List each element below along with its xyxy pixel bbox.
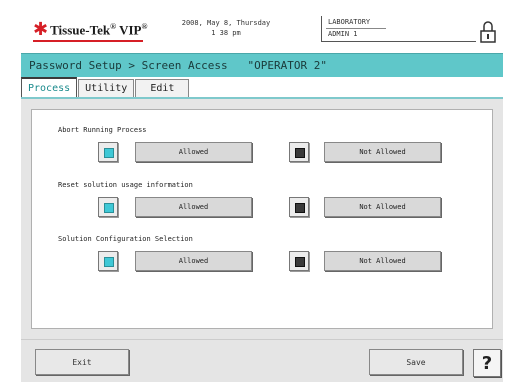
location-divider — [326, 28, 386, 29]
logo-underline — [33, 40, 143, 42]
tab-process[interactable]: Process — [21, 77, 78, 97]
tab-utility[interactable]: Utility — [78, 79, 135, 97]
footer-bar: Exit Save ? — [21, 339, 503, 382]
not-allowed-button-solution-configuration[interactable]: Not Allowed — [324, 251, 441, 271]
not-allowed-indicator-solution-configuration[interactable] — [289, 251, 309, 271]
help-button[interactable]: ? — [473, 349, 501, 377]
not-allowed-indicator-reset-solution-usage[interactable] — [289, 197, 309, 217]
location-label: LABORATORY — [328, 18, 371, 26]
brand-suffix: VIP — [119, 22, 142, 38]
sakura-flower-icon: ✱ — [33, 19, 49, 40]
brand-logo: ✱ Tissue-Tek® VIP® — [33, 19, 148, 40]
allowed-button-solution-configuration[interactable]: Allowed — [135, 251, 252, 271]
allowed-button-reset-solution-usage[interactable]: Allowed — [135, 197, 252, 217]
not-allowed-button-abort-running-process[interactable]: Not Allowed — [324, 142, 441, 162]
permission-label-abort-running-process: Abort Running Process — [58, 126, 147, 134]
tab-bar: Process Utility Edit — [21, 77, 503, 97]
brand-name: Tissue-Tek — [50, 22, 111, 38]
permissions-list: Abort Running Process Allowed Not Allowe… — [31, 109, 493, 329]
allowed-button-abort-running-process[interactable]: Allowed — [135, 142, 252, 162]
tab-edit[interactable]: Edit — [135, 79, 190, 97]
user-label: ADMIN 1 — [328, 30, 358, 38]
permission-label-solution-configuration: Solution Configuration Selection — [58, 235, 193, 243]
screen-title: Password Setup > Screen Access "OPERATOR… — [29, 59, 328, 72]
permission-label-reset-solution-usage: Reset solution usage information — [58, 181, 193, 189]
allowed-indicator-solution-configuration[interactable] — [98, 251, 118, 271]
exit-button[interactable]: Exit — [35, 349, 129, 375]
not-allowed-button-reset-solution-usage[interactable]: Not Allowed — [324, 197, 441, 217]
content-panel: Abort Running Process Allowed Not Allowe… — [21, 97, 503, 339]
datetime-date: 2008, May 8, Thursday — [181, 19, 271, 27]
screen-title-bar: Password Setup > Screen Access "OPERATOR… — [21, 53, 503, 77]
datetime: 2008, May 8, Thursday 1 38 pm — [171, 18, 281, 38]
app-window: ✱ Tissue-Tek® VIP® 2008, May 8, Thursday… — [21, 6, 503, 382]
not-allowed-indicator-abort-running-process[interactable] — [289, 142, 309, 162]
header: ✱ Tissue-Tek® VIP® 2008, May 8, Thursday… — [21, 6, 503, 52]
allowed-indicator-reset-solution-usage[interactable] — [98, 197, 118, 217]
lock-icon[interactable] — [479, 20, 497, 44]
save-button[interactable]: Save — [369, 349, 463, 375]
location-user-box: LABORATORY ADMIN 1 — [321, 16, 476, 42]
allowed-indicator-abort-running-process[interactable] — [98, 142, 118, 162]
datetime-time: 1 38 pm — [211, 29, 241, 37]
